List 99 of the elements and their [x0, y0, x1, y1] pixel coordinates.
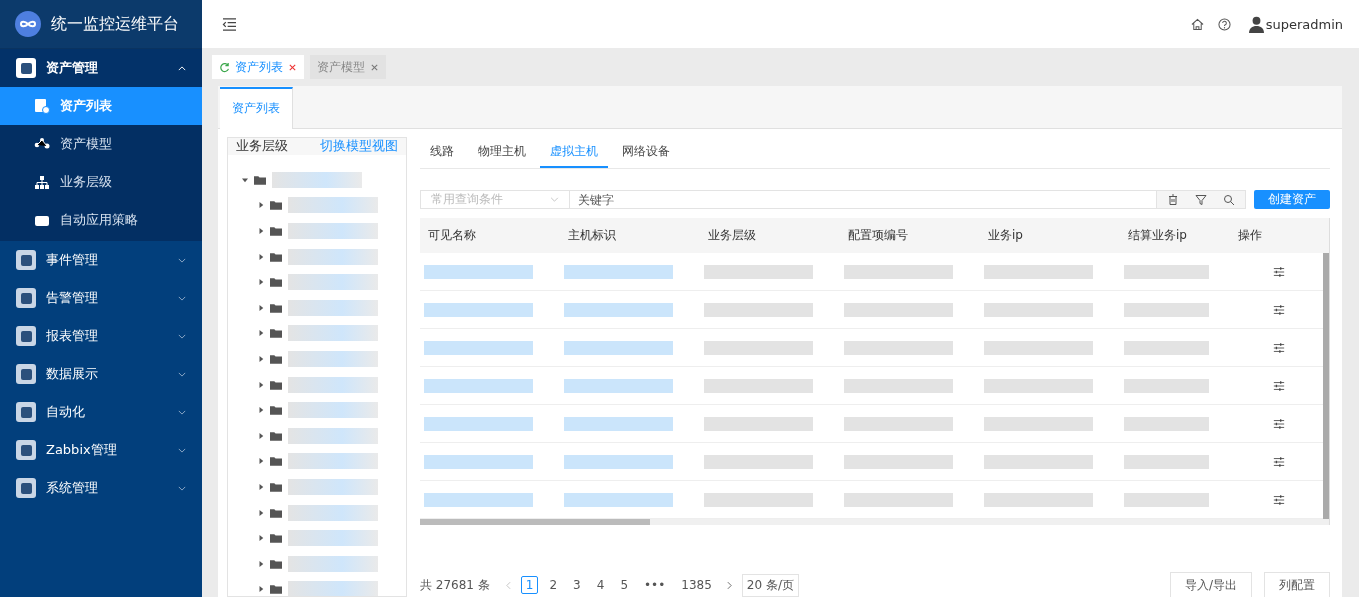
caret-icon[interactable]: [258, 304, 264, 311]
menu-item[interactable]: 告警管理: [0, 279, 202, 317]
caret-icon[interactable]: [258, 279, 264, 286]
column-header: 业务ip: [987, 227, 1024, 244]
caret-icon[interactable]: [258, 458, 264, 465]
column-header: 结算业务ip: [1127, 227, 1188, 244]
chevron-icon: [178, 65, 186, 71]
chevron-icon: [178, 257, 186, 263]
folder-icon: [270, 302, 282, 313]
column-header: 可见名称: [427, 227, 477, 244]
column-header: 业务层级: [707, 227, 757, 244]
settings-icon[interactable]: [1272, 493, 1285, 506]
refresh-icon: [219, 61, 230, 73]
category-tab[interactable]: 物理主机: [468, 137, 536, 168]
caret-icon[interactable]: [258, 407, 264, 414]
folder-icon: [270, 379, 282, 390]
chevron-icon: [550, 197, 559, 202]
submenu-icon: [34, 98, 50, 114]
caret-icon[interactable]: [258, 535, 264, 542]
chevron-icon: [178, 485, 186, 491]
home-icon[interactable]: [1190, 17, 1204, 31]
folder-icon: [270, 430, 282, 441]
folder-icon: [270, 584, 282, 595]
folder-icon: [270, 328, 282, 339]
caret-icon[interactable]: [258, 355, 264, 362]
chevron-icon: [178, 371, 186, 377]
chevron-icon: [178, 409, 186, 415]
total-count: 共 27681 条: [420, 576, 490, 594]
folder-icon: [270, 353, 282, 364]
folder-icon: [270, 533, 282, 544]
folder-icon: [270, 200, 282, 211]
page-number[interactable]: 5: [615, 576, 633, 594]
user-name[interactable]: superadmin: [1265, 16, 1343, 32]
chevron-icon: [178, 447, 186, 453]
caret-icon[interactable]: [258, 253, 264, 260]
category-tab[interactable]: 线路: [420, 137, 464, 168]
submenu-item[interactable]: 资产模型: [0, 125, 202, 163]
folder-icon: [270, 507, 282, 518]
caret-icon[interactable]: [258, 381, 264, 388]
submenu-item[interactable]: 业务层级: [0, 163, 202, 201]
page-number[interactable]: •••: [639, 576, 671, 594]
settings-icon[interactable]: [1272, 265, 1285, 278]
app-title: 统一监控运维平台: [51, 13, 179, 35]
column-header: 主机标识: [567, 227, 617, 244]
submenu-icon: [34, 174, 50, 190]
folder-icon: [270, 251, 282, 262]
folder-icon: [270, 405, 282, 416]
chevron-icon: [178, 295, 186, 301]
caret-icon[interactable]: [258, 202, 264, 209]
menu-item[interactable]: 系统管理: [0, 469, 202, 507]
column-header: 操作: [1237, 227, 1263, 244]
category-tab[interactable]: 网络设备: [612, 137, 680, 168]
page-number[interactable]: 2: [544, 576, 563, 594]
clear-icon[interactable]: [1167, 193, 1179, 206]
menu-item[interactable]: 数据展示: [0, 355, 202, 393]
folder-icon: [254, 174, 266, 185]
caret-icon[interactable]: [242, 176, 248, 183]
filter-icon[interactable]: [1195, 193, 1207, 206]
column-header: 配置项编号: [847, 227, 909, 244]
caret-icon[interactable]: [258, 483, 264, 490]
dropdown-button[interactable]: 列配置: [1264, 572, 1330, 597]
search-icon[interactable]: [1223, 193, 1235, 206]
caret-icon[interactable]: [258, 586, 264, 593]
page-number[interactable]: 4: [591, 576, 610, 594]
submenu-item[interactable]: 自动应用策略: [0, 201, 202, 239]
user-icon: [1248, 15, 1264, 33]
settings-icon[interactable]: [1272, 417, 1285, 430]
logo-icon: [15, 11, 41, 37]
close-icon[interactable]: [288, 62, 297, 72]
folder-icon: [270, 456, 282, 467]
caret-icon[interactable]: [258, 560, 264, 567]
folder-icon: [270, 277, 282, 288]
settings-icon[interactable]: [1272, 379, 1285, 392]
page-size-select[interactable]: 20 条/页: [741, 573, 799, 597]
chevron-icon: [178, 333, 186, 339]
next-page-icon[interactable]: [726, 580, 732, 590]
dropdown-button[interactable]: 导入/导出: [1169, 572, 1252, 597]
settings-icon[interactable]: [1272, 303, 1285, 316]
caret-icon[interactable]: [258, 228, 264, 234]
menu-item[interactable]: 报表管理: [0, 317, 202, 355]
menu-item[interactable]: 资产管理: [0, 49, 202, 87]
caret-icon[interactable]: [258, 509, 264, 516]
menu-fold-icon[interactable]: [222, 17, 237, 31]
menu-item[interactable]: Zabbix管理: [0, 431, 202, 469]
settings-icon[interactable]: [1272, 455, 1285, 468]
close-icon[interactable]: [370, 62, 379, 72]
help-icon[interactable]: [1217, 17, 1231, 31]
page-number[interactable]: 1385: [676, 576, 717, 594]
settings-icon[interactable]: [1272, 341, 1285, 354]
panel-title: 业务层级: [236, 138, 288, 155]
page-number[interactable]: 3: [568, 576, 586, 594]
caret-icon[interactable]: [258, 330, 264, 337]
keyword-field[interactable]: 关键字: [570, 190, 1156, 209]
menu-item[interactable]: 事件管理: [0, 241, 202, 279]
folder-icon: [270, 558, 282, 569]
menu-item[interactable]: 自动化: [0, 393, 202, 431]
caret-icon[interactable]: [258, 432, 264, 439]
folder-icon: [270, 226, 282, 236]
folder-icon: [270, 481, 282, 492]
